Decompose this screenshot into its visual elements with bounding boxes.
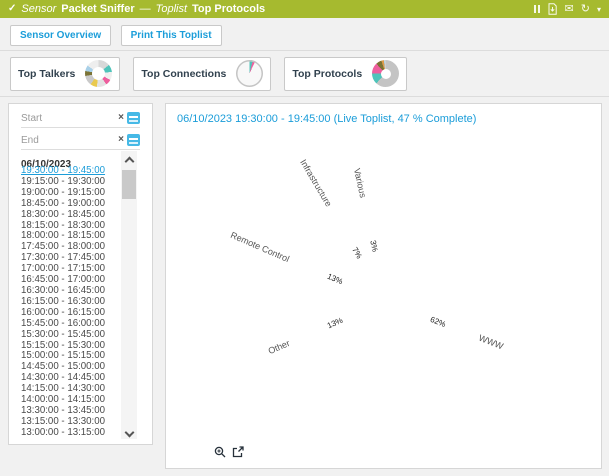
time-interval-list: 19:30:00 - 19:45:0019:15:00 - 19:30:0019… xyxy=(21,166,121,439)
chevron-up-icon xyxy=(124,157,134,167)
toplist-tab-top-protocols[interactable]: Top Protocols xyxy=(284,57,407,91)
toplist-tab-top-talkers[interactable]: Top Talkers xyxy=(10,57,120,91)
slice-label: WWW xyxy=(477,333,504,352)
pause-icon[interactable] xyxy=(534,5,540,13)
donut-chart: WWW62%Other13%Remote Control13%Infrastru… xyxy=(166,104,601,468)
time-interval-item[interactable]: 15:45:00 - 16:00:00 xyxy=(21,319,121,330)
top-talkers-mini-pie-icon xyxy=(85,60,112,87)
chart-controls xyxy=(214,446,244,458)
toplist-tab-top-connections[interactable]: Top Connections xyxy=(133,57,271,91)
slice-label: Other xyxy=(266,338,291,356)
slice-pct: 3% xyxy=(368,240,379,253)
toolbar: Sensor Overview Print This Toplist xyxy=(0,18,609,51)
print-toplist-button[interactable]: Print This Toplist xyxy=(121,25,222,46)
sensor-kind-label: Sensor xyxy=(21,0,56,18)
open-in-new-window-icon[interactable] xyxy=(232,446,244,458)
clear-start-icon[interactable]: × xyxy=(118,113,124,123)
start-date-row: × xyxy=(21,112,140,128)
report-icon[interactable] xyxy=(547,3,558,15)
calendar-icon[interactable] xyxy=(127,112,140,124)
prtg-toplist-page: ✓ Sensor Packet Sniffer — Toplist Top Pr… xyxy=(0,0,609,476)
clear-end-icon[interactable]: × xyxy=(118,135,124,145)
main-area: × × 06/10/2023 19:30:00 - 19:45:0019:15:… xyxy=(0,97,609,476)
toplist-tab-label: Top Talkers xyxy=(18,68,75,80)
time-interval-item[interactable]: 18:30:00 - 18:45:00 xyxy=(21,210,121,221)
end-date-input[interactable] xyxy=(21,135,118,146)
time-interval-item[interactable]: 13:00:00 - 13:15:00 xyxy=(21,428,121,439)
titlebar: ✓ Sensor Packet Sniffer — Toplist Top Pr… xyxy=(0,0,609,18)
start-date-input[interactable] xyxy=(21,113,118,124)
interval-filter-panel: × × 06/10/2023 19:30:00 - 19:45:0019:15:… xyxy=(8,103,153,445)
sensor-overview-button[interactable]: Sensor Overview xyxy=(10,25,111,46)
toplist-tabs: Top Talkers Top Connections Top Protocol… xyxy=(0,51,609,97)
slice-label: Infrastructure xyxy=(299,158,335,209)
chevron-down-icon xyxy=(124,427,134,437)
zoom-icon[interactable] xyxy=(214,446,226,458)
titlebar-actions: ✉ ↻ ▾ xyxy=(534,3,601,15)
end-date-row: × xyxy=(21,134,140,150)
breadcrumb-separator: — xyxy=(140,0,151,18)
refresh-icon[interactable]: ↻ xyxy=(581,4,590,15)
toplist-name-label: Top Protocols xyxy=(192,0,265,18)
sensor-name-link[interactable]: Packet Sniffer xyxy=(61,0,134,18)
slice-label: Various xyxy=(351,167,367,198)
scrollbar-thumb[interactable] xyxy=(122,170,136,199)
toplist-tab-label: Top Protocols xyxy=(292,68,362,80)
interval-list-scrollbar[interactable] xyxy=(121,151,137,439)
toplist-tab-label: Top Connections xyxy=(141,68,226,80)
toplist-chart-panel: 06/10/2023 19:30:00 - 19:45:00 (Live Top… xyxy=(165,103,602,469)
toplist-kind-label: Toplist xyxy=(156,0,187,18)
top-protocols-mini-pie-icon xyxy=(372,60,399,87)
sensor-ok-check-icon: ✓ xyxy=(8,0,16,18)
top-connections-mini-pie-icon xyxy=(236,60,263,87)
donut-chart-hole xyxy=(352,267,420,335)
scroll-up-button[interactable] xyxy=(121,151,137,167)
chevron-down-icon[interactable]: ▾ xyxy=(597,4,601,15)
time-interval-item[interactable]: 18:45:00 - 19:00:00 xyxy=(21,199,121,210)
scroll-down-button[interactable] xyxy=(121,423,137,439)
time-interval-item[interactable]: 15:30:00 - 15:45:00 xyxy=(21,330,121,341)
calendar-icon[interactable] xyxy=(127,134,140,146)
email-icon[interactable]: ✉ xyxy=(565,4,574,15)
slice-label: Remote Control xyxy=(230,230,292,264)
